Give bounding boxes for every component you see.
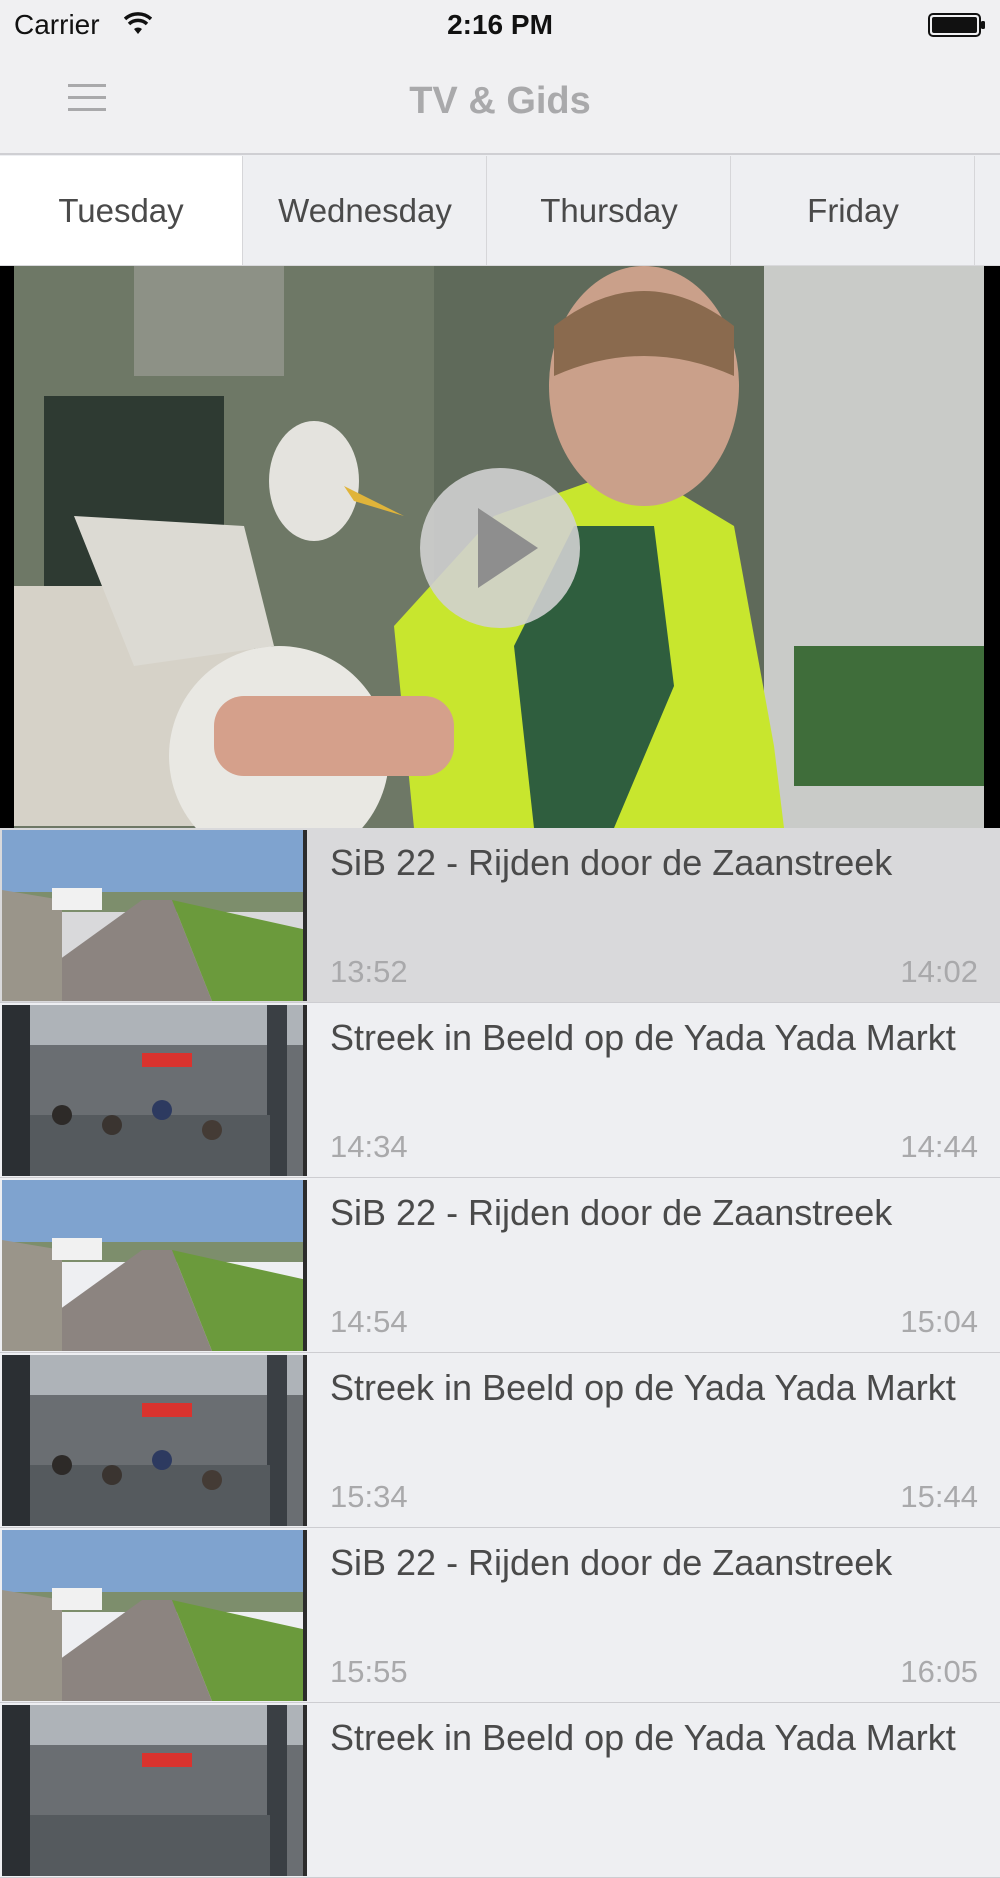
program-row[interactable]: Streek in Beeld op de Yada Yada Markt 15… xyxy=(0,1353,1000,1528)
program-thumbnail xyxy=(2,1705,307,1876)
program-end-time: 15:04 xyxy=(900,1304,978,1339)
tab-friday[interactable]: Friday xyxy=(732,156,975,265)
play-icon[interactable] xyxy=(420,468,580,628)
program-start-time: 14:54 xyxy=(330,1304,408,1339)
tab-next[interactable] xyxy=(976,156,1000,265)
program-thumbnail xyxy=(2,1355,307,1526)
program-end-time: 14:44 xyxy=(900,1129,978,1164)
program-title: SiB 22 - Rijden door de Zaanstreek xyxy=(330,842,893,883)
program-row[interactable]: Streek in Beeld op de Yada Yada Markt xyxy=(0,1703,1000,1878)
status-time: 2:16 PM xyxy=(447,9,553,40)
video-player[interactable] xyxy=(0,266,1000,828)
status-bar: Carrier 2:16 PM xyxy=(0,0,1000,50)
page-title: TV & Gids xyxy=(409,80,591,122)
program-thumbnail xyxy=(2,1005,307,1176)
program-start-time: 15:34 xyxy=(330,1479,408,1514)
program-end-time: 16:05 xyxy=(900,1654,978,1689)
program-title: Streek in Beeld op de Yada Yada Markt xyxy=(330,1717,956,1758)
program-end-time: 14:02 xyxy=(900,954,978,989)
tab-tuesday[interactable]: Tuesday xyxy=(0,156,243,265)
program-row[interactable]: SiB 22 - Rijden door de Zaanstreek 14:54… xyxy=(0,1178,1000,1353)
program-start-time: 15:55 xyxy=(330,1654,408,1689)
program-start-time: 13:52 xyxy=(330,954,408,989)
navigation-bar: TV & Gids xyxy=(0,50,1000,155)
program-thumbnail xyxy=(2,1530,307,1701)
program-title: Streek in Beeld op de Yada Yada Markt xyxy=(330,1017,956,1058)
program-row[interactable]: SiB 22 - Rijden door de Zaanstreek 15:55… xyxy=(0,1528,1000,1703)
program-title: SiB 22 - Rijden door de Zaanstreek xyxy=(330,1542,893,1583)
program-row[interactable]: SiB 22 - Rijden door de Zaanstreek 13:52… xyxy=(0,828,1000,1003)
program-title: SiB 22 - Rijden door de Zaanstreek xyxy=(330,1192,893,1233)
program-thumbnail xyxy=(2,830,307,1001)
tab-wednesday[interactable]: Wednesday xyxy=(244,156,487,265)
program-end-time: 15:44 xyxy=(900,1479,978,1514)
day-tabs: Tuesday Wednesday Thursday Friday xyxy=(0,156,1000,266)
tab-thursday[interactable]: Thursday xyxy=(488,156,731,265)
program-start-time: 14:34 xyxy=(330,1129,408,1164)
battery-icon xyxy=(928,13,985,37)
program-thumbnail xyxy=(2,1180,307,1351)
program-title: Streek in Beeld op de Yada Yada Markt xyxy=(330,1367,956,1408)
program-row[interactable]: Streek in Beeld op de Yada Yada Markt 14… xyxy=(0,1003,1000,1178)
